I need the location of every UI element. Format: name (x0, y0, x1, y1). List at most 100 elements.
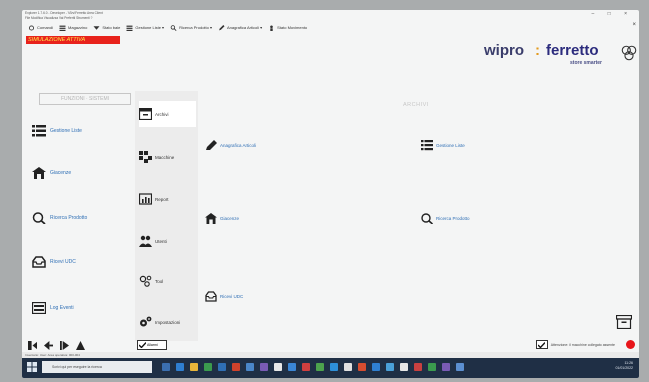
link-anagrafica-articoli[interactable]: Anagrafica Articoli (205, 140, 256, 151)
link-ricevi-udc[interactable]: Ricevi UDC (205, 291, 243, 302)
panel-item-impostazioni[interactable]: Impostazioni (139, 309, 196, 335)
toolbar-magazzino[interactable]: Magazzino (59, 25, 87, 31)
sidebar-item-log-eventi[interactable]: Log Eventi (32, 302, 74, 314)
windows-start-icon[interactable] (27, 362, 37, 372)
outlook-icon[interactable] (246, 363, 254, 371)
toolbar-gestione-liste[interactable]: Gestione Liste ▾ (126, 25, 164, 31)
app-icon[interactable] (414, 363, 422, 371)
app-icon[interactable] (456, 363, 464, 371)
users-icon (139, 235, 152, 247)
sidebar-item-ricerca-prodotto[interactable]: Ricerca Prodotto (32, 212, 87, 224)
simulation-badge: SIMULAZIONE ATTIVA (26, 36, 120, 44)
toolbar-label: Anagrafica Articoli ▾ (227, 25, 263, 30)
status-checkbox[interactable] (535, 340, 548, 349)
app-icon[interactable] (386, 363, 394, 371)
bottom-bar: Allarmi Attenzione: il macchine collegat… (22, 338, 639, 352)
excel-icon[interactable] (204, 363, 212, 371)
system-tray[interactable]: 11:26 01/01/2022 (615, 361, 633, 371)
record-indicator-icon (626, 340, 635, 349)
app-icon[interactable] (344, 363, 352, 371)
toolbar-label: Stato Movimento (277, 25, 308, 30)
sidebar-item-label: Ricevi UDC (50, 259, 76, 265)
warning-icon[interactable] (74, 339, 86, 351)
brand-ferretto: ferretto (546, 42, 599, 59)
app-icon[interactable] (316, 363, 324, 371)
app-icon[interactable] (302, 363, 310, 371)
app-icon[interactable] (274, 363, 282, 371)
sidebar-item-label: Ricerca Prodotto (50, 215, 88, 221)
pencil-icon (206, 140, 217, 150)
app-icon[interactable] (358, 363, 366, 371)
status-area: Attenzione: il macchine collegato assent… (535, 340, 615, 349)
tray-icon (32, 256, 46, 268)
sidebar-item-ricevi-udc[interactable]: Ricevi UDC (32, 256, 76, 268)
archive-box-icon[interactable] (616, 315, 632, 329)
taskview-icon[interactable] (162, 363, 170, 371)
search-icon (170, 24, 177, 31)
panel-item-utenti[interactable]: Utenti (139, 228, 196, 254)
tools-icon (139, 275, 152, 287)
status-strip-text: Inventario: User: Area operativa: 000-00… (25, 353, 80, 357)
panel-item-label: Tool (155, 278, 164, 284)
alarms-label: Allarmi (147, 343, 158, 347)
panel-item-archivi[interactable]: Archivi (139, 101, 196, 127)
app-window: Explorer 1.7.6.0 - Developer - \\Srv\Fer… (22, 10, 639, 378)
link-giacenze[interactable]: Giacenze (205, 213, 239, 224)
app-icon[interactable] (400, 363, 408, 371)
toolbar-ricerca-prodotto[interactable]: Ricerca Prodotto ▾ (170, 24, 212, 31)
ferretto-logo-icon (621, 45, 637, 61)
tray-icon (205, 291, 217, 302)
functions-tab[interactable]: FUNZIONI · SISTEMI (39, 93, 131, 105)
app-icon[interactable] (372, 363, 380, 371)
pencil-icon (219, 24, 225, 30)
edge-icon[interactable] (176, 363, 184, 371)
back-icon[interactable] (42, 339, 54, 351)
toolbar-stato-movimento[interactable]: Stato Movimento (268, 24, 308, 31)
window-controls[interactable]: – □ × (592, 11, 634, 17)
link-label: Gestione Liste (436, 143, 465, 148)
app-icon[interactable] (330, 363, 338, 371)
menu-bar[interactable]: File Modifica Visualizza Vai Preferiti S… (22, 16, 639, 21)
teams-icon[interactable] (260, 363, 268, 371)
forward-icon[interactable] (58, 339, 70, 351)
sidebar-item-gestione-liste[interactable]: Gestione Liste (32, 125, 82, 137)
report-icon (139, 193, 152, 205)
log-icon (32, 302, 46, 314)
app-icon[interactable] (428, 363, 436, 371)
sidebar-item-giacenze[interactable]: Giacenze (32, 167, 71, 179)
taskbar-search-input[interactable]: Scrivi qui per eseguire la ricerca (42, 361, 152, 373)
functions-panel: Archivi Macchine Report Utenti Tool Impo… (135, 91, 198, 341)
search-icon (32, 212, 46, 224)
toolbar-stato-baie[interactable]: Stato baie (93, 25, 120, 31)
word-icon[interactable] (218, 363, 226, 371)
search-icon (421, 213, 433, 224)
toolbar-close-button[interactable]: × (632, 22, 636, 28)
toolbar-label: Stato baie (102, 25, 121, 30)
logout-icon[interactable] (26, 339, 38, 351)
panel-item-macchine[interactable]: Macchine (139, 144, 196, 170)
app-icon[interactable] (288, 363, 296, 371)
checkmark-icon (139, 342, 146, 348)
panel-item-label: Macchine (155, 154, 175, 160)
toolbar-anagrafica[interactable]: Anagrafica Articoli ▾ (218, 24, 263, 31)
toolbar: Comandi Magazzino Stato baie Gestione Li… (22, 22, 639, 33)
list-icon (421, 140, 433, 151)
panel-item-tool[interactable]: Tool (139, 268, 196, 294)
folder-icon[interactable] (190, 363, 198, 371)
panel-item-label: Archivi (155, 111, 169, 117)
powerpoint-icon[interactable] (232, 363, 240, 371)
clock-date: 01/01/2022 (615, 366, 633, 370)
archivi-section-title: ARCHIVI (403, 102, 429, 108)
brand-logo: wipro : ferretto store smarter (484, 40, 637, 70)
toolbar-comandi[interactable]: Comandi (28, 24, 53, 31)
list-icon (32, 125, 46, 137)
gears-icon (140, 316, 152, 327)
app-icon[interactable] (442, 363, 450, 371)
brand-colon: : (535, 42, 540, 59)
panel-item-report[interactable]: Report (139, 186, 196, 212)
link-ricerca-prodotto[interactable]: Ricerca Prodotto (421, 213, 470, 224)
alarms-button[interactable]: Allarmi (137, 340, 167, 350)
photo-frame: Explorer 1.7.6.0 - Developer - \\Srv\Fer… (0, 0, 649, 382)
wrench-icon (28, 24, 35, 31)
link-gestione-liste[interactable]: Gestione Liste (421, 140, 465, 151)
